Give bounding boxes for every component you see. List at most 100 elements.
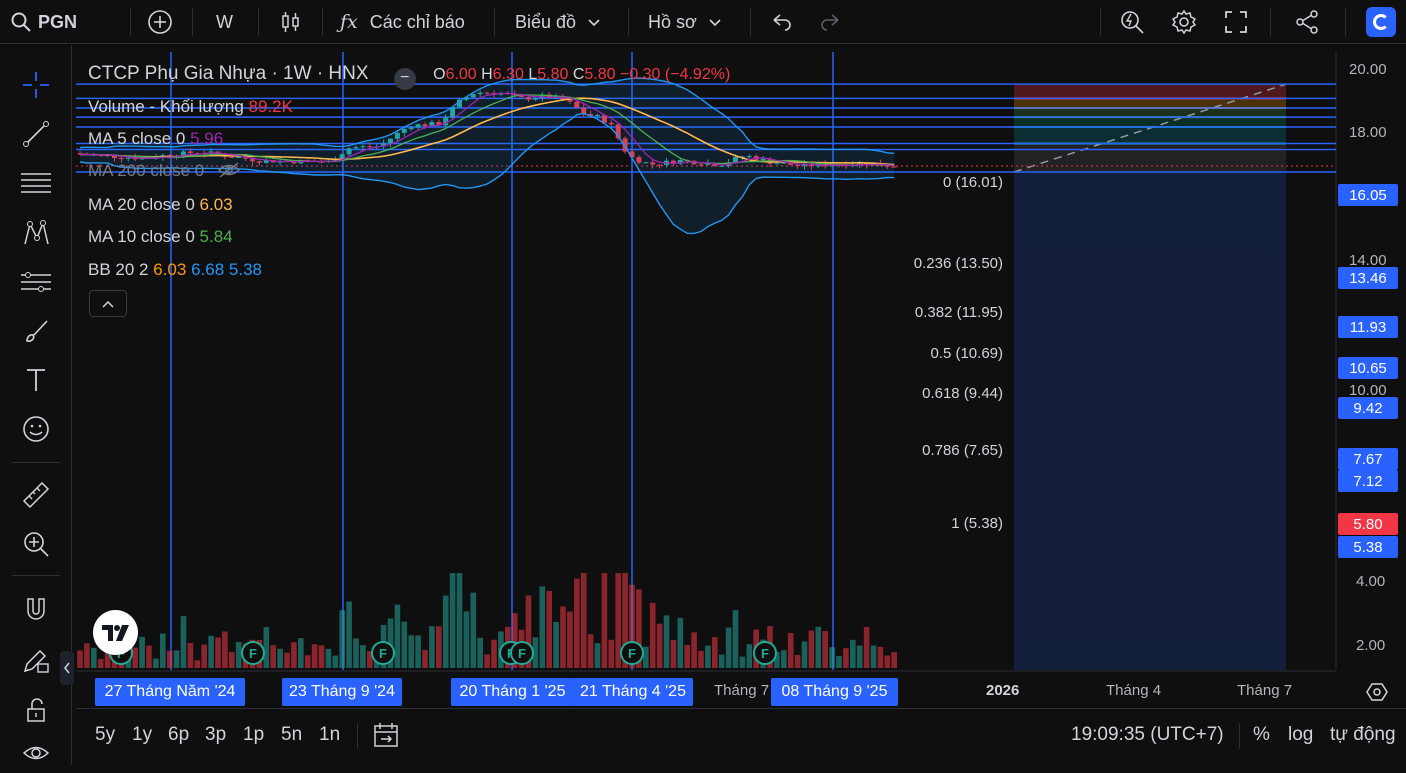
legend-toggle[interactable]: −: [393, 68, 416, 90]
volume-bar: [677, 617, 684, 668]
volume-bar: [201, 644, 207, 668]
open-label: O: [433, 66, 446, 83]
volume-bar: [132, 647, 138, 668]
volume-bar: [346, 601, 352, 668]
volume-bar: [284, 652, 290, 668]
range-1d[interactable]: 1n: [319, 709, 340, 761]
volume-bar: [712, 636, 718, 668]
volume-bar: [298, 638, 304, 668]
range-5d[interactable]: 5n: [281, 709, 302, 761]
volume-bar: [84, 643, 90, 668]
volume-bar: [408, 635, 414, 668]
legend-bb[interactable]: BB 20 2 6.03 6.68 5.38: [88, 260, 262, 280]
fib-level-label: 0.618 (9.44): [922, 385, 1003, 402]
volume-bar: [587, 634, 594, 668]
volume-bar: [97, 659, 104, 668]
collapse-legend-button[interactable]: [89, 290, 127, 317]
fib-zone: [1014, 126, 1286, 144]
volume-bar: [215, 637, 221, 668]
time-tick: 2026: [986, 682, 1020, 699]
price-label-11.93: 11.93: [1338, 316, 1398, 338]
legend-ma200[interactable]: MA 200 close 0: [88, 161, 241, 181]
volume-bar: [470, 592, 477, 668]
clock-timezone[interactable]: 19:09:35 (UTC+7): [1071, 709, 1224, 761]
time-tick: Tháng 7: [1237, 682, 1293, 699]
tradingview-logo[interactable]: [93, 610, 138, 655]
volume-bar: [277, 648, 283, 668]
volume-bar: [663, 615, 670, 668]
fib-level-label: 0.236 (13.50): [913, 255, 1003, 272]
range-6m[interactable]: 6p: [168, 709, 189, 761]
chevron-up-icon: [102, 300, 114, 308]
low-value: 5.80: [537, 66, 569, 83]
go-to-date-button[interactable]: [372, 709, 400, 761]
volume-bar: [491, 639, 497, 668]
volume-bar: [442, 595, 449, 668]
volume-bar: [360, 645, 366, 668]
volume-bar: [856, 645, 863, 668]
volume-bar: [787, 633, 794, 668]
volume-bar: [484, 654, 490, 668]
volume-bar: [705, 645, 711, 668]
volume-bar: [643, 646, 649, 668]
range-1m[interactable]: 1p: [243, 709, 264, 761]
log-scale-toggle[interactable]: log: [1288, 709, 1313, 761]
vline-date-label: 20 Tháng 1 '25: [451, 678, 574, 706]
volume-bar: [91, 647, 97, 668]
volume-bar: [808, 630, 815, 668]
open-value: 6.00: [445, 66, 477, 83]
auto-scale-toggle[interactable]: tự động: [1330, 709, 1396, 761]
volume-bar: [146, 645, 152, 668]
vline-date-label: 08 Tháng 9 '25: [771, 678, 898, 706]
volume-bar: [698, 650, 704, 668]
volume-bar: [318, 645, 325, 668]
volume-bar: [608, 639, 615, 668]
volume-bar: [732, 610, 739, 668]
legend-ma20[interactable]: MA 20 close 0 6.03: [88, 195, 233, 215]
volume-bar: [291, 642, 297, 668]
volume-bar: [822, 631, 828, 668]
volume-bar: [546, 590, 552, 668]
volume-bar: [187, 642, 194, 668]
volume-bar: [194, 660, 201, 668]
fib-level-label: 1 (5.38): [951, 515, 1003, 532]
fib-level-label: 0 (16.01): [942, 174, 1003, 191]
bb-label: BB 20 2: [88, 260, 149, 279]
legend-ma10[interactable]: MA 10 close 0 5.84: [88, 227, 233, 247]
legend-ma5[interactable]: MA 5 close 0 5.96: [88, 129, 223, 149]
axis-tick: 4.00: [1356, 573, 1386, 590]
volume-bar: [891, 652, 897, 668]
volume-bar: [325, 648, 332, 668]
volume-bar: [829, 647, 835, 668]
volume-bar: [877, 646, 884, 668]
volume-bar: [746, 644, 753, 668]
volume-value: 89.2K: [248, 97, 293, 116]
hidden-eye-icon[interactable]: [217, 161, 241, 179]
fib-zone: [1014, 117, 1286, 127]
low-label: L: [528, 66, 538, 83]
volume-bar: [422, 650, 428, 668]
vline-date-label: 21 Tháng 4 '25: [573, 678, 693, 706]
volume-bar: [725, 627, 732, 668]
ma5-label: MA 5 close 0: [88, 129, 186, 148]
volume-bar: [339, 610, 345, 668]
visibility-tool[interactable]: [14, 733, 58, 773]
close-value: 5.80: [584, 66, 616, 83]
axis-tick: 2.00: [1356, 637, 1386, 654]
percent-scale-toggle[interactable]: %: [1253, 709, 1270, 761]
volume-bar: [684, 645, 690, 668]
volume-bar: [222, 631, 228, 668]
time-tick: Tháng 4: [1106, 682, 1162, 699]
range-3m[interactable]: 3p: [205, 709, 226, 761]
volume-bar: [670, 640, 677, 668]
time-tick: Tháng 7: [714, 682, 770, 699]
volume-label: Volume - Khối lượng: [88, 97, 244, 116]
price-label-7.12: 7.12: [1338, 470, 1398, 492]
axis-settings-button[interactable]: [1363, 678, 1391, 706]
range-1y[interactable]: 1y: [132, 709, 152, 761]
legend-volume[interactable]: Volume - Khối lượng 89.2K: [88, 97, 293, 117]
volume-bar: [718, 654, 725, 668]
volume-bar: [456, 573, 463, 668]
range-5y[interactable]: 5y: [95, 709, 115, 761]
volume-bar: [463, 611, 470, 668]
